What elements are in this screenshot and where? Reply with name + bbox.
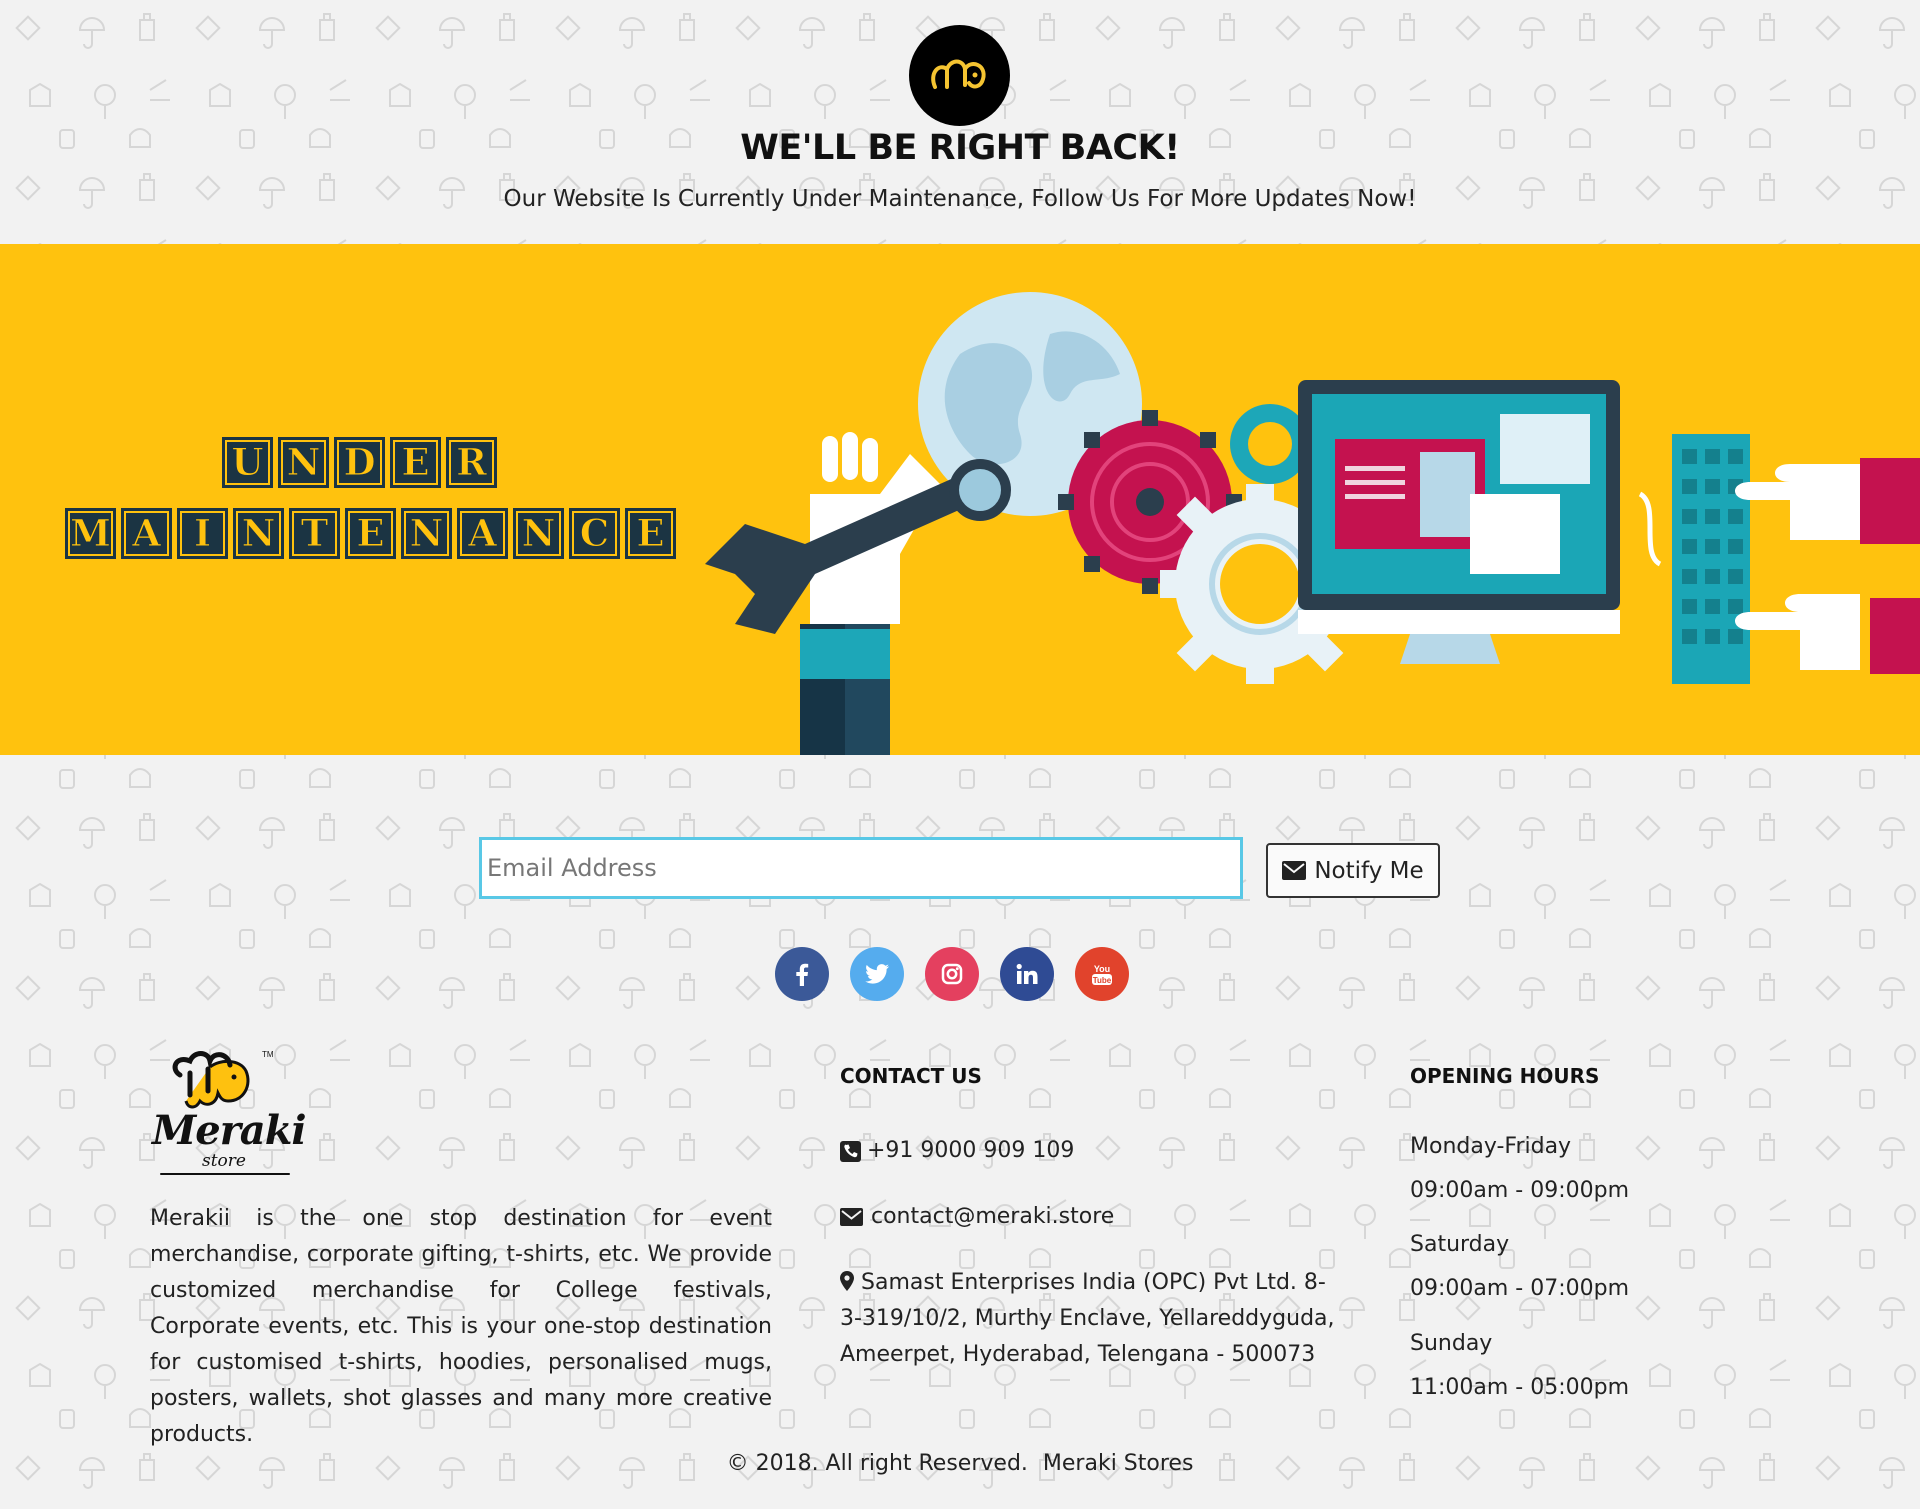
notify-me-label: Notify Me bbox=[1314, 857, 1424, 884]
about-text: Merakii is the one stop destination for … bbox=[150, 1206, 772, 1447]
brand-wordmark-sub: store bbox=[202, 1151, 246, 1171]
copyright-brand-link[interactable]: Meraki Stores bbox=[1043, 1451, 1194, 1476]
letter-tile: A bbox=[457, 508, 508, 559]
phone-icon bbox=[840, 1140, 861, 1162]
hours-time: 11:00am - 05:00pm bbox=[1410, 1375, 1630, 1400]
elephant-logo-icon bbox=[931, 59, 986, 89]
letter-tile: C bbox=[569, 508, 620, 559]
youtube-link[interactable]: You Tube bbox=[1075, 947, 1129, 1001]
banner-word-under: U N D E R bbox=[222, 437, 497, 488]
brand-underline bbox=[160, 1173, 290, 1175]
youtube-icon: You Tube bbox=[1092, 964, 1112, 985]
svg-text:TM: TM bbox=[262, 1050, 274, 1059]
letter-tile: E bbox=[625, 508, 676, 559]
contact-heading: CONTACT US bbox=[840, 1064, 982, 1088]
letter-tile: N bbox=[278, 437, 329, 488]
letter-tile: D bbox=[334, 437, 385, 488]
contact-phone-text: +91 9000 909 109 bbox=[867, 1138, 1075, 1163]
envelope-icon bbox=[840, 1208, 863, 1226]
letter-tile: A bbox=[121, 508, 172, 559]
letter-tile: I bbox=[177, 508, 228, 559]
linkedin-link[interactable] bbox=[1000, 947, 1054, 1001]
email-input[interactable] bbox=[479, 837, 1243, 899]
svg-text:Tube: Tube bbox=[1093, 976, 1112, 985]
instagram-icon bbox=[941, 963, 963, 985]
letter-tile: T bbox=[289, 508, 340, 559]
letter-tile: N bbox=[401, 508, 452, 559]
linkedin-icon bbox=[1016, 963, 1038, 984]
contact-address: Samast Enterprises India (OPC) Pvt Ltd. … bbox=[840, 1265, 1340, 1373]
hours-day: Monday-Friday bbox=[1410, 1134, 1572, 1159]
page-title: WE'LL BE RIGHT BACK! bbox=[740, 128, 1180, 168]
maintenance-illustration bbox=[705, 292, 1920, 755]
page-subtitle: Our Website Is Currently Under Maintenan… bbox=[503, 186, 1417, 212]
map-marker-icon bbox=[840, 1271, 854, 1291]
copyright: © 2018. All right Reserved. Meraki Store… bbox=[0, 1451, 1920, 1476]
instagram-link[interactable] bbox=[925, 947, 979, 1001]
contact-address-text: Samast Enterprises India (OPC) Pvt Ltd. … bbox=[840, 1270, 1335, 1367]
contact-phone: +91 9000 909 109 bbox=[840, 1133, 1074, 1169]
letter-tile: N bbox=[233, 508, 284, 559]
letter-tile: R bbox=[446, 437, 497, 488]
contact-email[interactable]: contact@meraki.store bbox=[840, 1199, 1114, 1235]
twitter-icon bbox=[865, 964, 889, 984]
letter-tile: U bbox=[222, 437, 273, 488]
hours-day: Sunday bbox=[1410, 1331, 1493, 1356]
notify-me-button[interactable]: Notify Me bbox=[1266, 843, 1440, 898]
facebook-icon bbox=[796, 963, 809, 986]
letter-tile: N bbox=[513, 508, 564, 559]
hours-time: 09:00am - 07:00pm bbox=[1410, 1276, 1630, 1301]
facebook-link[interactable] bbox=[775, 947, 829, 1001]
contact-email-text: contact@meraki.store bbox=[871, 1204, 1115, 1229]
envelope-icon bbox=[1282, 861, 1307, 880]
letter-tile: M bbox=[65, 508, 116, 559]
hours-time: 09:00am - 09:00pm bbox=[1410, 1178, 1630, 1203]
brand-wordmark: Meraki bbox=[152, 1107, 307, 1154]
copyright-text: © 2018. All right Reserved. bbox=[726, 1451, 1028, 1476]
hours-day: Saturday bbox=[1410, 1232, 1510, 1257]
banner-word-maintenance: M A I N T E N A N C E bbox=[65, 508, 676, 559]
letter-tile: E bbox=[390, 437, 441, 488]
brand-logo-circle bbox=[909, 25, 1010, 126]
letter-tile: E bbox=[345, 508, 396, 559]
meraki-logo: TM Meraki store bbox=[150, 1047, 307, 1177]
twitter-link[interactable] bbox=[850, 947, 904, 1001]
hours-heading: OPENING HOURS bbox=[1410, 1064, 1600, 1088]
maintenance-banner: U N D E R M A I N T E N A N C E bbox=[0, 244, 1920, 755]
svg-text:You: You bbox=[1094, 964, 1110, 974]
